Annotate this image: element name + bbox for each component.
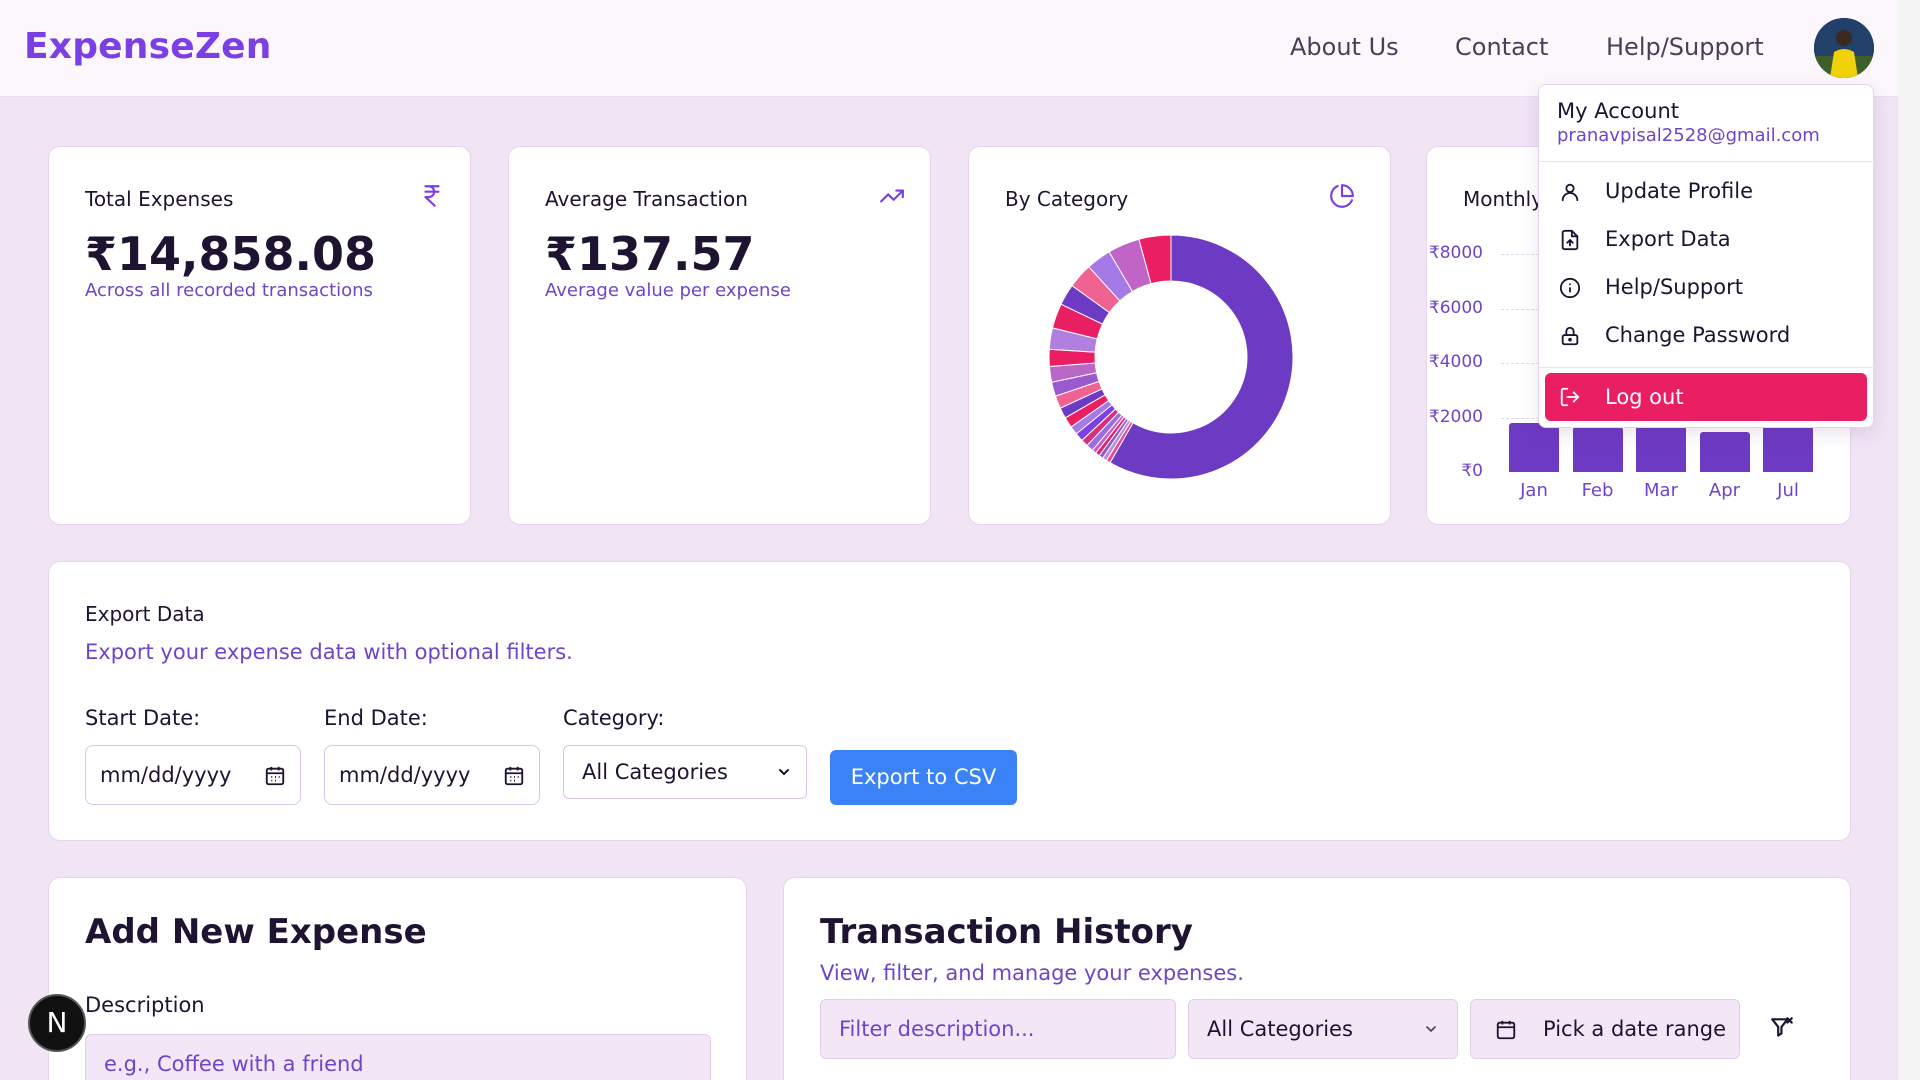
export-category-value: All Categories <box>582 760 728 784</box>
user-icon <box>1559 181 1581 203</box>
menu-item-change-password[interactable]: Change Password <box>1545 314 1867 358</box>
menu-item-label: Export Data <box>1605 227 1731 251</box>
account-email: pranavpisal2528@gmail.com <box>1557 125 1820 146</box>
history-title: Transaction History <box>820 912 1193 952</box>
file-export-icon <box>1559 229 1581 251</box>
monthly-bar[interactable] <box>1699 432 1750 472</box>
monthly-bar[interactable] <box>1572 427 1623 472</box>
monthly-bar[interactable] <box>1636 425 1686 472</box>
menu-item-export-data[interactable]: Export Data <box>1545 218 1867 262</box>
menu-item-update-profile[interactable]: Update Profile <box>1545 170 1867 214</box>
logout-icon <box>1559 386 1581 408</box>
average-transaction-card: Average Transaction ₹137.57 Average valu… <box>508 146 931 525</box>
add-expense-card: Add New Expense Description e.g., Coffee… <box>48 877 747 1080</box>
description-placeholder: e.g., Coffee with a friend <box>104 1052 364 1076</box>
date-range-label: Pick a date range <box>1543 1017 1727 1041</box>
total-expenses-card: Total Expenses ₹14,858.08 Across all rec… <box>48 146 471 525</box>
nav-about-link[interactable]: About Us <box>1290 33 1399 61</box>
info-icon <box>1559 277 1581 299</box>
rupee-icon <box>419 183 445 209</box>
card-title: By Category <box>1005 187 1129 211</box>
clear-filter-icon[interactable] <box>1769 1015 1795 1045</box>
end-date-value: mm/dd/yyyy <box>339 763 471 787</box>
filter-placeholder: Filter description... <box>839 1017 1035 1041</box>
total-expenses-value: ₹14,858.08 <box>85 227 377 281</box>
dev-tools-badge[interactable]: N <box>28 994 86 1052</box>
description-input[interactable]: e.g., Coffee with a friend <box>85 1034 711 1080</box>
transaction-history-card: Transaction History View, filter, and ma… <box>783 877 1851 1080</box>
chevron-down-icon <box>776 764 792 780</box>
nav-help-link[interactable]: Help/Support <box>1606 33 1764 61</box>
page-scrollbar[interactable] <box>1898 0 1920 1080</box>
lock-icon <box>1559 325 1581 347</box>
card-subtitle: Average value per expense <box>545 280 791 301</box>
monthly-bar[interactable] <box>1509 422 1559 472</box>
menu-divider <box>1539 161 1875 162</box>
menu-item-label: Change Password <box>1605 323 1791 347</box>
y-tick-label: ₹4000 <box>1428 352 1483 372</box>
history-subtitle: View, filter, and manage your expenses. <box>820 961 1244 985</box>
x-tick-label: Apr <box>1708 480 1741 501</box>
account-menu: My Account pranavpisal2528@gmail.com Upd… <box>1538 84 1875 428</box>
x-tick-label: Jan <box>1520 480 1548 501</box>
category-label: Category: <box>563 706 665 730</box>
user-avatar[interactable] <box>1814 18 1874 78</box>
export-category-select[interactable]: All Categories <box>563 745 807 799</box>
calendar-icon[interactable] <box>264 765 286 787</box>
filter-description-input[interactable]: Filter description... <box>820 999 1176 1059</box>
card-title: Average Transaction <box>545 187 748 211</box>
y-tick-label: ₹0 <box>1461 461 1483 481</box>
account-menu-heading: My Account <box>1557 99 1680 123</box>
description-label: Description <box>85 993 205 1017</box>
start-date-value: mm/dd/yyyy <box>100 763 232 787</box>
export-subtitle: Export your expense data with optional f… <box>85 640 573 664</box>
monthly-bar[interactable] <box>1763 425 1813 472</box>
end-date-input[interactable]: mm/dd/yyyy <box>324 745 540 805</box>
x-tick-label: Feb <box>1581 480 1614 501</box>
menu-item-logout[interactable]: Log out <box>1545 373 1867 421</box>
history-category-select[interactable]: All Categories <box>1188 999 1458 1059</box>
end-date-label: End Date: <box>324 706 428 730</box>
average-transaction-value: ₹137.57 <box>545 227 755 281</box>
by-category-card: By Category <box>968 146 1391 525</box>
menu-item-help-support[interactable]: Help/Support <box>1545 266 1867 310</box>
top-nav: ExpenseZen About Us Contact Help/Support <box>0 0 1898 97</box>
calendar-icon <box>1495 1019 1517 1045</box>
x-tick-label: Mar <box>1644 480 1678 501</box>
start-date-label: Start Date: <box>85 706 201 730</box>
y-tick-label: ₹2000 <box>1428 406 1483 427</box>
card-title: Total Expenses <box>85 187 234 211</box>
menu-item-label: Update Profile <box>1605 179 1754 203</box>
add-expense-title: Add New Expense <box>85 912 427 952</box>
trending-up-icon <box>879 183 905 209</box>
card-subtitle: Across all recorded transactions <box>85 280 373 301</box>
category-donut-chart[interactable] <box>1048 234 1294 480</box>
pie-chart-icon <box>1329 183 1355 209</box>
y-tick-label: ₹8000 <box>1428 243 1483 263</box>
menu-item-label: Help/Support <box>1605 275 1743 299</box>
x-tick-label: Jul <box>1777 480 1799 501</box>
export-csv-button[interactable]: Export to CSV <box>830 750 1017 805</box>
start-date-input[interactable]: mm/dd/yyyy <box>85 745 301 805</box>
history-category-value: All Categories <box>1207 1017 1353 1041</box>
menu-divider <box>1539 367 1875 368</box>
calendar-icon[interactable] <box>503 765 525 787</box>
export-title: Export Data <box>85 602 205 626</box>
menu-item-label: Log out <box>1605 385 1684 409</box>
y-tick-label: ₹6000 <box>1428 297 1483 318</box>
chevron-down-icon <box>1423 1021 1439 1041</box>
nav-contact-link[interactable]: Contact <box>1455 33 1548 61</box>
date-range-picker[interactable]: Pick a date range <box>1470 999 1740 1059</box>
app-logo[interactable]: ExpenseZen <box>24 26 272 67</box>
